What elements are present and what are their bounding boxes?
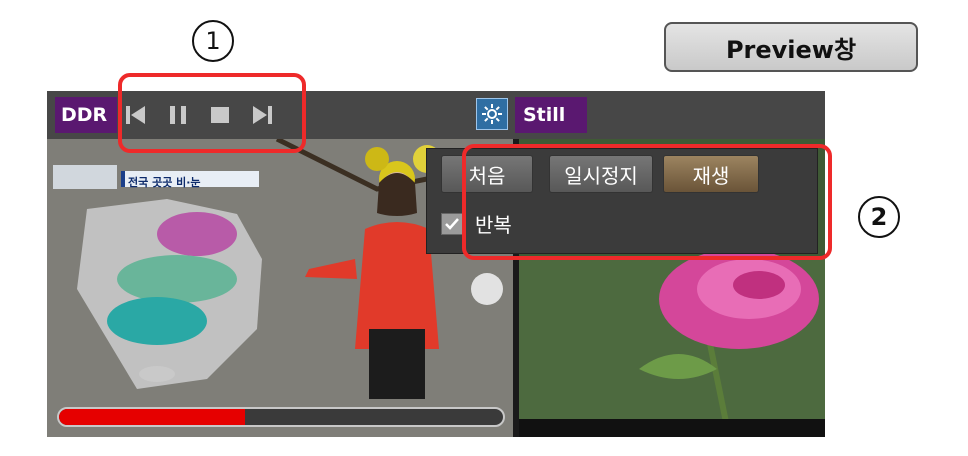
- weather-caption: 전국 곳곳 비·눈: [121, 171, 259, 189]
- transport-highlight: [118, 73, 306, 153]
- callout-2: 2: [858, 196, 900, 238]
- ddr-label: DDR: [55, 97, 117, 133]
- weather-caption-text: 전국 곳곳 비·눈: [128, 176, 201, 189]
- repeat-checkbox[interactable]: [441, 212, 463, 235]
- checkmark-icon: [445, 217, 459, 230]
- menu-highlight: [462, 144, 832, 260]
- gear-icon: [482, 104, 502, 124]
- still-label: Still: [515, 97, 587, 133]
- playback-progress-fill: [59, 409, 246, 425]
- preview-window-label: Preview창: [664, 22, 918, 72]
- callout-1: 1: [192, 20, 234, 62]
- caption-logo: [53, 165, 117, 189]
- settings-button[interactable]: [476, 98, 508, 130]
- playback-progress-bar[interactable]: [57, 407, 505, 427]
